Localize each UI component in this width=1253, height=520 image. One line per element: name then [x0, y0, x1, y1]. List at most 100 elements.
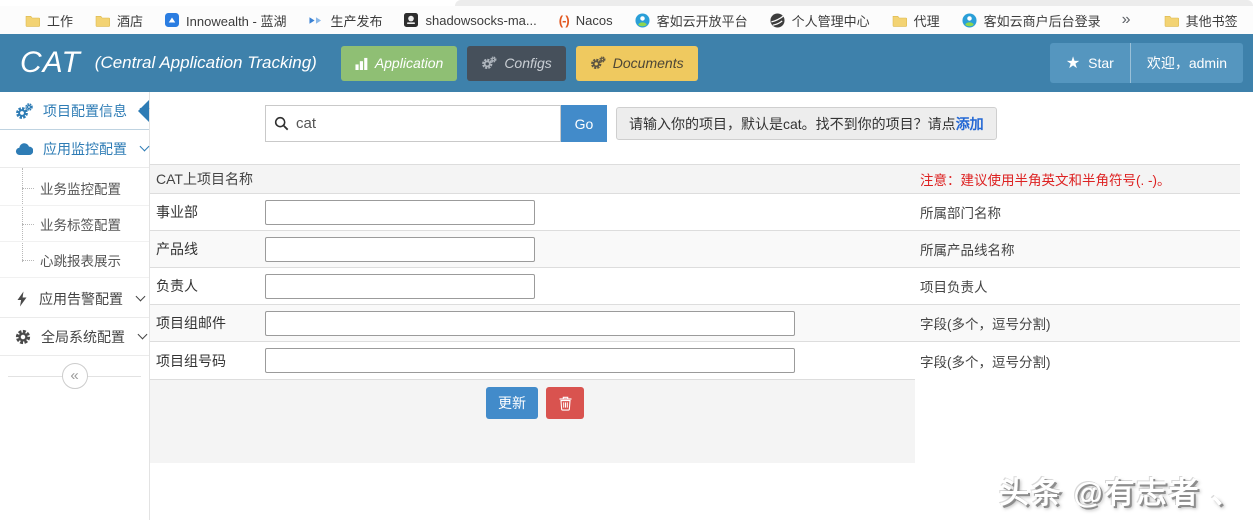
bookmark-item[interactable]: 客如云商户后台登录: [951, 8, 1112, 32]
bookmark-item[interactable]: shadowsocks-ma...: [393, 8, 547, 32]
other-bookmarks-button[interactable]: 其他书签: [1153, 8, 1245, 32]
bookmarks-overflow-chevron[interactable]: »: [1112, 11, 1141, 29]
bookmark-item[interactable]: (-) Nacos: [548, 8, 624, 32]
field-label: 产品线: [156, 241, 198, 257]
sidebar-collapse-button[interactable]: «: [61, 363, 88, 389]
search-hint-text: 请输入你的项目，默认是cat。找不到你的项目？请点: [629, 115, 956, 132]
bookmark-item[interactable]: 个人管理中心: [759, 8, 881, 32]
app-logo: CAT: [20, 46, 81, 79]
browser-tab-edge: [455, 0, 1253, 6]
bookmark-label: 工作: [47, 13, 74, 29]
project-search-input[interactable]: [296, 115, 552, 132]
chevron-down-icon: [139, 141, 150, 152]
field-description: 所属产品线名称: [920, 243, 1015, 258]
sidebar-item-label: 应用告警配置: [39, 290, 123, 307]
nav-label: Application: [374, 55, 444, 71]
sidebar-subitem-heartbeat-report[interactable]: 心跳报表展示: [0, 242, 149, 278]
product-line-input[interactable]: [265, 236, 535, 262]
bookmark-label: 代理: [913, 13, 940, 29]
sidebar-subitem-business-monitor[interactable]: 业务监控配置: [0, 170, 149, 206]
sidebar-item-label: 应用监控配置: [43, 140, 127, 157]
bookmark-item[interactable]: Innowealth - 蓝湖: [154, 8, 297, 32]
star-button[interactable]: ★ Star: [1049, 43, 1130, 83]
form-row-team-email: 项目组邮件 字段(多个，逗号分割): [150, 305, 1240, 342]
welcome-user-button[interactable]: 欢迎，admin: [1129, 43, 1243, 83]
chevron-down-icon: [135, 291, 146, 302]
go-button[interactable]: Go: [561, 105, 607, 142]
bookmarks-bar: 工作 酒店 Innowealth - 蓝湖 生产发布 shadowsocks-m…: [0, 6, 1253, 34]
bookmark-label: 生产发布: [330, 13, 383, 29]
add-project-link[interactable]: 添加: [956, 114, 984, 134]
nav-label: Documents: [612, 55, 684, 71]
nacos-icon: (-): [558, 12, 570, 28]
owner-input[interactable]: [265, 273, 535, 299]
nav-application-button[interactable]: Application: [340, 45, 458, 81]
gear-icon: [15, 329, 31, 344]
bookmark-label: 个人管理中心: [791, 13, 870, 29]
field-label: 负责人: [156, 278, 198, 294]
main-content: Go 请输入你的项目，默认是cat。找不到你的项目？请点添加 CAT上项目名称 …: [150, 92, 1253, 520]
sidebar-subitem-business-tag[interactable]: 业务标签配置: [0, 206, 149, 242]
delete-button[interactable]: [546, 387, 584, 419]
folder-icon: [95, 15, 111, 27]
form-row-owner: 负责人 项目负责人: [150, 268, 1240, 305]
form-actions: 更新: [150, 379, 915, 463]
nav-documents-button[interactable]: Documents: [575, 45, 698, 81]
shadowsocks-icon: [404, 13, 419, 27]
form-row-division: 事业部 所属部门名称: [150, 194, 1240, 231]
cogs-icon: [590, 56, 606, 70]
bookmark-label: Innowealth - 蓝湖: [186, 13, 287, 29]
folder-icon: [25, 15, 40, 27]
bookmark-item[interactable]: 代理: [881, 8, 951, 32]
bookmark-item[interactable]: 酒店: [84, 8, 154, 32]
update-button[interactable]: 更新: [486, 387, 538, 419]
bookmark-label: Nacos: [575, 12, 613, 28]
sidebar-item-global-system-config[interactable]: 全局系统配置: [0, 318, 149, 356]
bolt-icon: [17, 291, 27, 306]
form-note: 注意：建议使用半角英文和半角符号(. -)。: [920, 173, 1171, 188]
chevron-down-icon: [139, 103, 150, 114]
person-badge-icon: [635, 12, 650, 28]
bookmark-item[interactable]: 生产发布: [297, 8, 393, 32]
cogs-icon: [482, 56, 497, 70]
field-description: 字段(多个，逗号分割): [920, 317, 1051, 332]
app-subtitle: (Central Application Tracking): [94, 53, 317, 72]
cloud-icon: [15, 142, 33, 155]
globe-icon: [770, 12, 785, 28]
form-row-product-line: 产品线 所属产品线名称: [150, 231, 1240, 268]
search-row: Go 请输入你的项目，默认是cat。找不到你的项目？请点添加: [265, 105, 1253, 142]
bookmark-item[interactable]: 工作: [14, 8, 84, 32]
sidebar-item-alert-config[interactable]: 应用告警配置: [0, 280, 149, 318]
browser-top-strip: [0, 0, 1253, 6]
sidebar-item-label: 全局系统配置: [41, 328, 125, 345]
field-description: 所属部门名称: [920, 206, 1001, 221]
field-description: 字段(多个，逗号分割): [920, 354, 1051, 370]
folder-icon: [892, 15, 907, 27]
watermark-text: 头条 @有志者 、: [999, 477, 1243, 510]
division-input[interactable]: [265, 199, 535, 225]
lanhu-icon: [165, 13, 180, 27]
sidebar-collapse-row: «: [0, 356, 149, 396]
team-email-input[interactable]: [265, 310, 795, 336]
bookmarks-right-group: » 其他书签: [1112, 8, 1245, 32]
bookmark-label: 客如云商户后台登录: [983, 13, 1101, 29]
sidebar-item-app-monitor-config[interactable]: 应用监控配置: [0, 130, 150, 168]
sidebar: 项目配置信息 应用监控配置 业务监控配置 业务标签配置 心跳报表展示 应用告警配…: [0, 92, 150, 520]
cogs-icon: [16, 102, 33, 119]
header-right-group: ★ Star 欢迎，admin: [1049, 43, 1243, 83]
sidebar-item-label: 项目配置信息: [43, 102, 127, 119]
search-hint: 请输入你的项目，默认是cat。找不到你的项目？请点 添加: [616, 107, 997, 140]
search-icon: [274, 116, 289, 131]
bookmark-item[interactable]: 客如云开放平台: [624, 8, 759, 32]
app-header: CAT (Central Application Tracking) Appli…: [0, 34, 1253, 92]
trash-icon: [559, 396, 571, 411]
form-header-row: CAT上项目名称 注意：建议使用半角英文和半角符号(. -)。: [150, 164, 1240, 194]
project-search-box[interactable]: [265, 105, 561, 142]
nav-configs-button[interactable]: Configs: [467, 45, 566, 81]
form-section-title: CAT上项目名称: [156, 171, 253, 187]
sidebar-item-project-config[interactable]: 项目配置信息: [0, 92, 150, 130]
team-phone-input[interactable]: [265, 348, 795, 373]
field-label: 事业部: [156, 204, 198, 220]
other-bookmarks-label: 其他书签: [1185, 13, 1238, 29]
nav-label: Configs: [504, 55, 552, 71]
